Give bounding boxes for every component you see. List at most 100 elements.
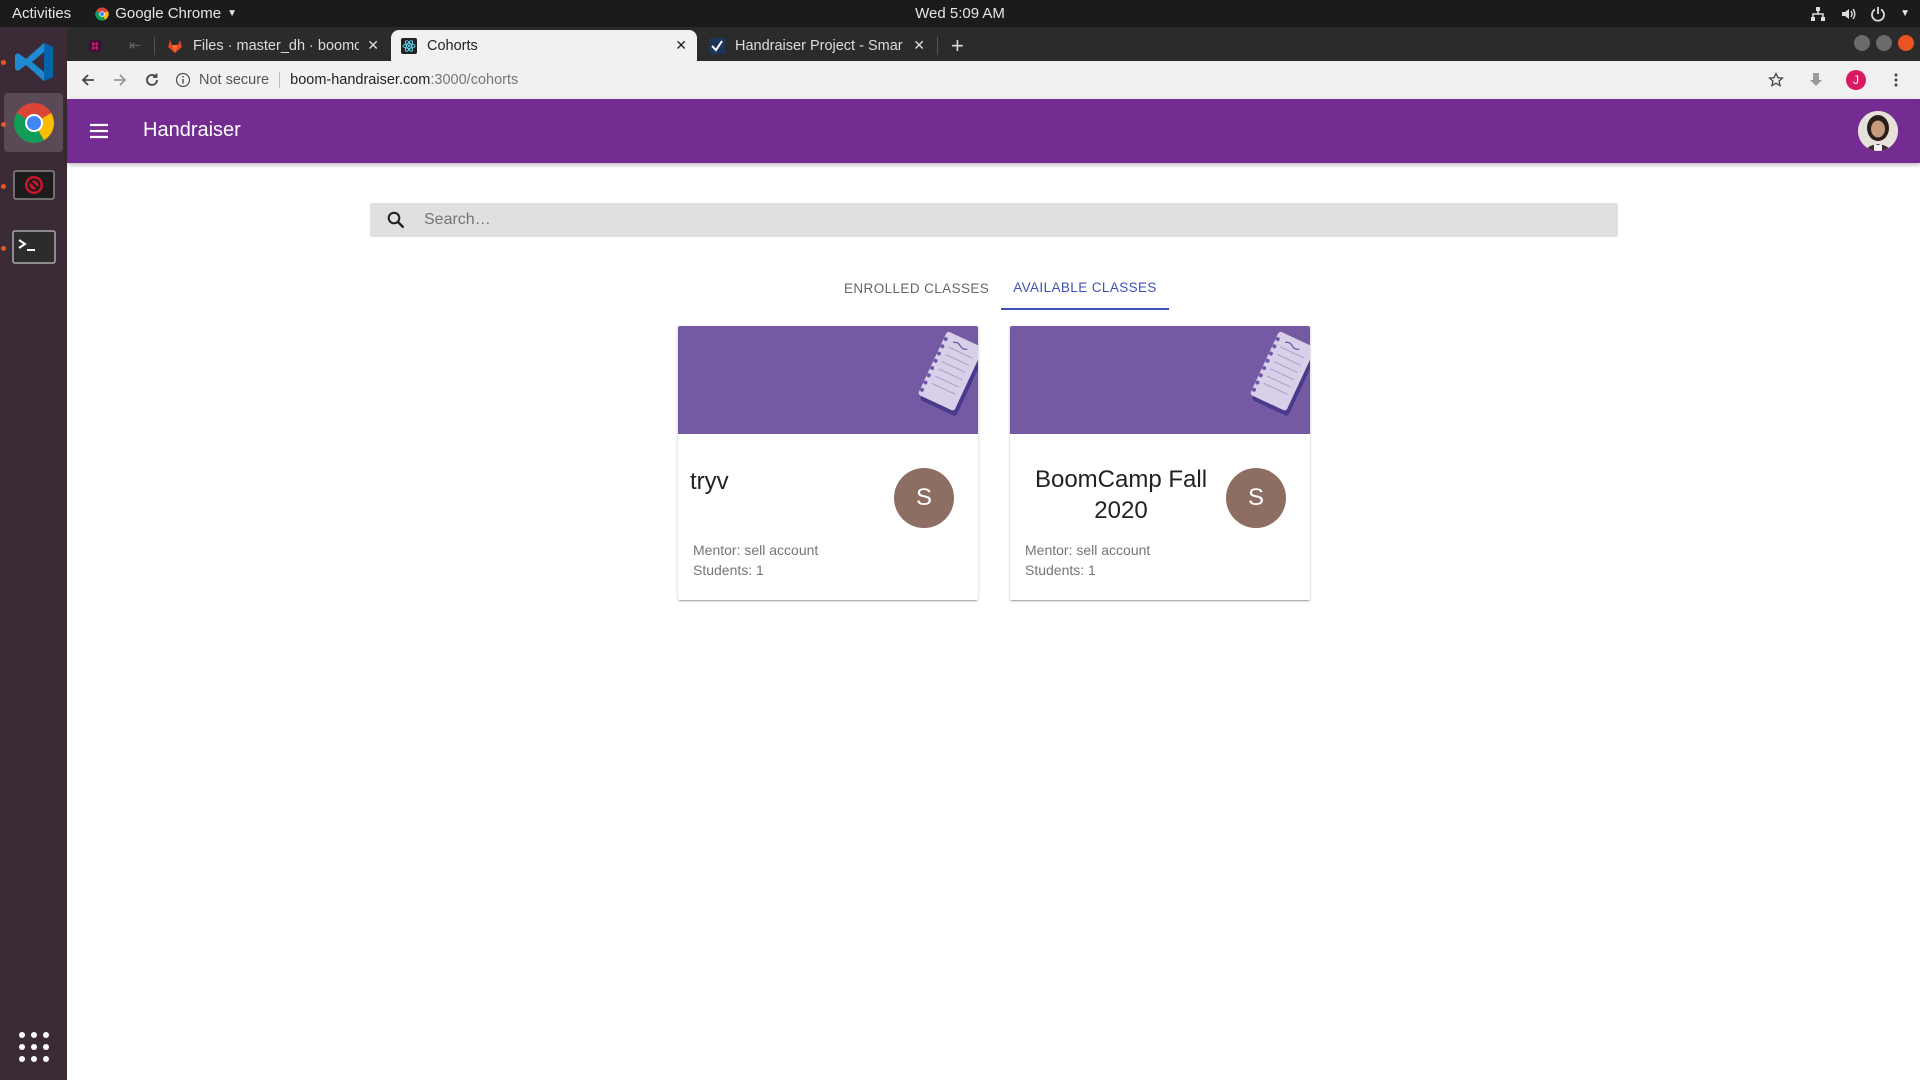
card-meta: Mentor: sell account Students: 1 (693, 540, 818, 580)
network-icon (1811, 6, 1826, 21)
app-menu-label: Google Chrome (115, 5, 222, 22)
blocked-app-icon (12, 169, 55, 200)
terminal-icon (11, 229, 56, 264)
tab-title: Handraiser Project - Smar (735, 37, 903, 54)
tab-cohorts[interactable]: Cohorts ✕ (391, 30, 697, 61)
vscode-icon (14, 42, 53, 81)
dock (0, 27, 67, 1080)
drawer-menu-button[interactable] (83, 115, 115, 147)
card-mentor: Mentor: sell account (1025, 542, 1151, 558)
card-title: tryv (690, 468, 729, 495)
forward-button[interactable] (107, 67, 133, 93)
tab-available-classes[interactable]: AVAILABLE CLASSES (1001, 266, 1169, 310)
bookmark-star-button[interactable] (1763, 67, 1789, 93)
card-banner (678, 326, 978, 434)
new-tab-button[interactable]: + (941, 30, 977, 61)
class-card[interactable]: BoomCamp Fall 2020 S Mentor: sell accoun… (1010, 326, 1310, 600)
notebook-icon (918, 332, 978, 416)
tab-enrolled-classes[interactable]: ENROLLED CLASSES (832, 266, 1001, 310)
activities-button[interactable]: Activities (12, 5, 71, 22)
app-menu[interactable]: Google Chrome ▼ (95, 5, 237, 22)
chevron-down-icon: ▼ (227, 8, 237, 19)
download-icon (1810, 73, 1822, 86)
tab-pinned-slack[interactable] (77, 30, 117, 61)
tab-divider (154, 37, 155, 55)
star-icon (1768, 72, 1784, 87)
profile-avatar: J (1846, 70, 1866, 90)
chrome-small-icon (95, 7, 109, 21)
url-divider (279, 72, 281, 88)
check-icon (709, 37, 725, 54)
clock: Wed 5:09 AM (915, 5, 1005, 22)
app-header: Handraiser (67, 99, 1920, 163)
gitlab-icon (168, 39, 182, 53)
arrow-left-icon (81, 74, 94, 86)
react-icon (401, 37, 417, 54)
info-icon[interactable] (175, 72, 191, 88)
slack-icon (89, 39, 101, 52)
security-label: Not secure (199, 72, 270, 88)
browser-tab-strip: ⇤ Files · master_dh · boomc ✕ Cohorts ✕ … (67, 27, 1920, 61)
card-students: Students: 1 (1025, 562, 1096, 578)
dock-terminal[interactable] (4, 217, 63, 276)
running-indicator (1, 122, 6, 127)
reload-button[interactable] (139, 67, 165, 93)
kebab-menu-icon (1894, 73, 1898, 87)
system-top-bar: Activities Google Chrome ▼ Wed 5:09 AM ▼ (0, 0, 1920, 27)
app-title: Handraiser (143, 119, 241, 141)
volume-icon (1842, 8, 1856, 19)
arrow-left-icon: ⇤ (129, 37, 142, 54)
tab-gitlab-files[interactable]: Files · master_dh · boomc ✕ (157, 30, 389, 61)
card-students: Students: 1 (693, 562, 764, 578)
tab-title: Files · master_dh · boomc (193, 37, 360, 54)
url-host: boom-handraiser.com (290, 72, 431, 88)
plus-icon: + (951, 32, 964, 58)
notebook-icon (1250, 332, 1310, 416)
running-indicator (1, 184, 6, 189)
close-icon[interactable]: ✕ (675, 37, 687, 54)
card-title: BoomCamp Fall 2020 (1034, 466, 1208, 524)
arrow-right-icon (114, 74, 127, 86)
card-mentor: Mentor: sell account (693, 542, 819, 558)
dock-chrome[interactable] (4, 93, 63, 152)
close-icon[interactable]: ✕ (367, 37, 379, 54)
show-applications-button[interactable] (4, 1017, 63, 1076)
tab-divider (937, 37, 938, 55)
tab-back-history[interactable]: ⇤ (119, 30, 151, 61)
card-banner (1010, 326, 1310, 434)
power-icon (1871, 6, 1885, 22)
running-indicator (1, 60, 6, 65)
reload-icon (146, 73, 158, 86)
url-bar[interactable]: Not secure boom-handraiser.com:3000/coho… (175, 65, 1815, 95)
tab-title: Cohorts (427, 37, 478, 54)
card-meta: Mentor: sell account Students: 1 (1025, 540, 1150, 580)
chrome-icon (13, 102, 54, 143)
app-grid-icon (18, 1031, 49, 1062)
browser-toolbar: Not secure boom-handraiser.com:3000/coho… (67, 61, 1920, 100)
search-bar (370, 203, 1618, 237)
running-indicator (1, 246, 6, 251)
user-photo-icon (1858, 111, 1898, 151)
search-icon (370, 211, 422, 229)
maximize-button[interactable] (1876, 35, 1892, 51)
back-button[interactable] (75, 67, 101, 93)
hamburger-icon (90, 123, 108, 139)
minimize-button[interactable] (1854, 35, 1870, 51)
url-path: :3000/cohorts (430, 72, 519, 88)
class-card[interactable]: tryv S Mentor: sell account Students: 1 (678, 326, 978, 600)
window-controls (1854, 35, 1914, 51)
chevron-down-icon: ▼ (1900, 8, 1910, 19)
dock-blocked-app[interactable] (4, 155, 63, 214)
user-avatar[interactable] (1858, 111, 1898, 151)
chrome-menu-button[interactable] (1883, 67, 1909, 93)
extension-button[interactable] (1803, 67, 1829, 93)
tab-handraiser-project[interactable]: Handraiser Project - Smar ✕ (699, 30, 935, 61)
profile-button[interactable]: J (1843, 67, 1869, 93)
close-window-button[interactable] (1898, 35, 1914, 51)
system-tray[interactable]: ▼ (1810, 0, 1910, 27)
class-tabs: ENROLLED CLASSES AVAILABLE CLASSES (832, 266, 1169, 310)
close-icon[interactable]: ✕ (913, 37, 925, 54)
dock-vscode[interactable] (4, 32, 63, 91)
search-input[interactable] (422, 210, 1576, 230)
mentor-avatar: S (1226, 468, 1286, 528)
